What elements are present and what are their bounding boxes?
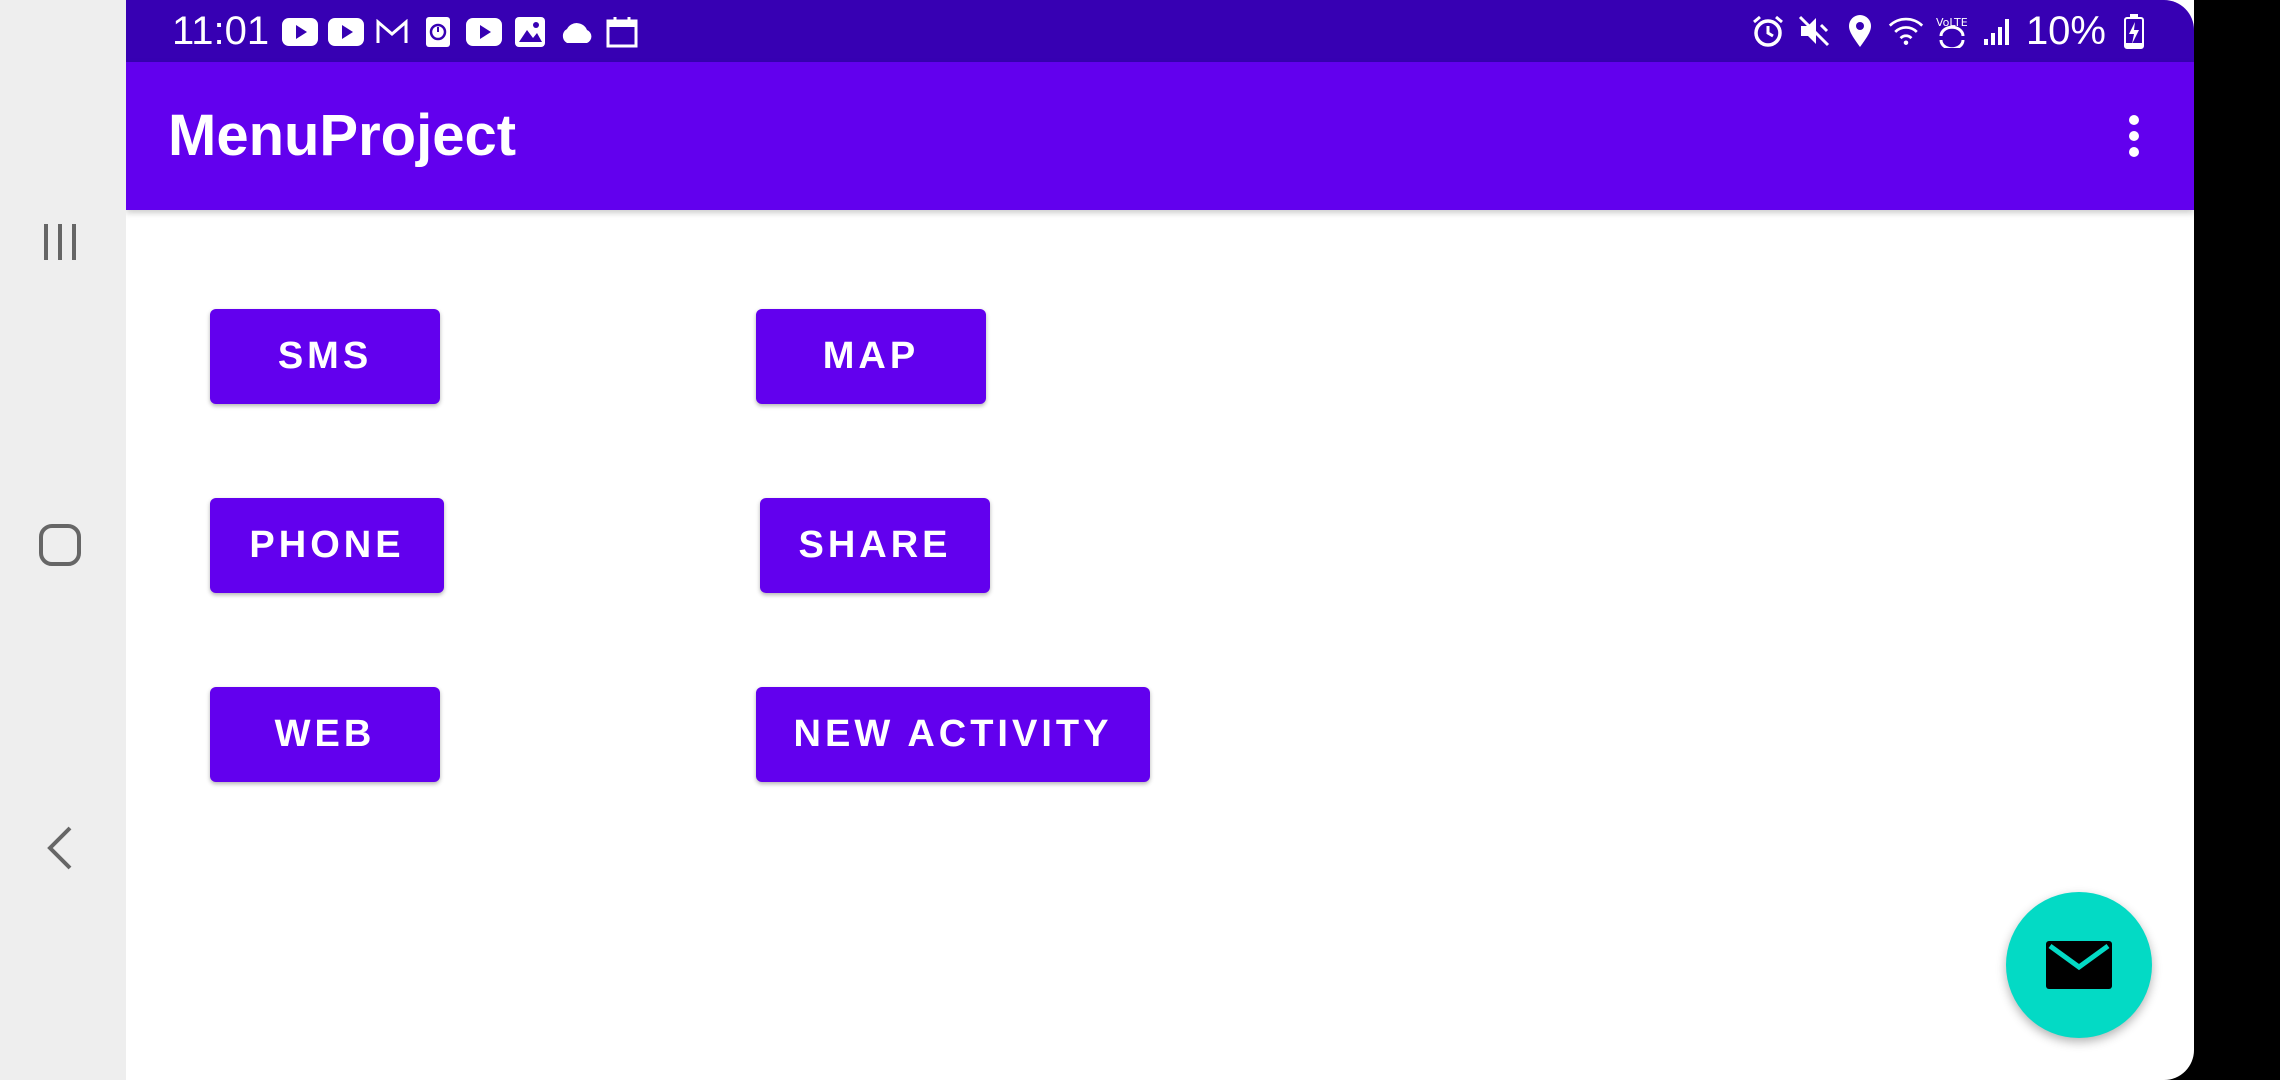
status-time: 11:01 bbox=[172, 9, 270, 53]
wifi-icon bbox=[1888, 13, 1924, 49]
notification-icons bbox=[282, 14, 640, 50]
email-fab-button[interactable] bbox=[2006, 892, 2152, 1038]
mail-icon bbox=[2046, 941, 2112, 989]
phone-button[interactable]: PHONE bbox=[210, 498, 444, 593]
location-icon bbox=[1842, 13, 1878, 49]
calendar-icon bbox=[604, 14, 640, 50]
battery-percentage: 10% bbox=[2025, 9, 2106, 53]
recents-icon[interactable] bbox=[20, 202, 100, 282]
battery-charging-icon bbox=[2116, 13, 2152, 49]
alarm-icon bbox=[1750, 13, 1786, 49]
cloud-icon bbox=[558, 14, 594, 50]
app-bar: MenuProject bbox=[126, 62, 2194, 210]
gallery-icon bbox=[512, 14, 548, 50]
page-title: MenuProject bbox=[168, 103, 517, 168]
web-button[interactable]: WEB bbox=[210, 687, 440, 782]
sms-button[interactable]: SMS bbox=[210, 309, 440, 404]
youtube-icon bbox=[282, 14, 318, 50]
system-status-icons: VoLTE 10% bbox=[1750, 9, 2152, 53]
overflow-menu-icon[interactable] bbox=[2104, 106, 2164, 166]
phone-screen: 11:01 VoLTE 10% MenuProject SMS MAP PHON… bbox=[126, 0, 2194, 1080]
status-bar: 11:01 VoLTE 10% bbox=[126, 0, 2194, 62]
back-icon[interactable] bbox=[20, 808, 100, 888]
mute-icon bbox=[1796, 13, 1832, 49]
signal-icon bbox=[1980, 13, 2016, 49]
volte-icon: VoLTE bbox=[1934, 13, 1970, 49]
system-navigation-bar bbox=[0, 0, 126, 1080]
home-icon[interactable] bbox=[20, 505, 100, 585]
calendar-clock-icon bbox=[420, 14, 456, 50]
youtube-icon bbox=[328, 14, 364, 50]
share-button[interactable]: SHARE bbox=[760, 498, 990, 593]
map-button[interactable]: MAP bbox=[756, 309, 986, 404]
gmail-icon bbox=[374, 14, 410, 50]
youtube-icon bbox=[466, 14, 502, 50]
new-activity-button[interactable]: NEW ACTIVITY bbox=[756, 687, 1150, 782]
